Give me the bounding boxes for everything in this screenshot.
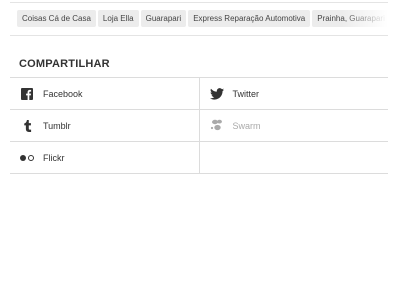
share-grid: Facebook Twitter Tumblr Swarm Flickr <box>10 77 388 174</box>
facebook-icon <box>20 87 34 101</box>
share-facebook-button[interactable]: Facebook <box>10 78 199 109</box>
share-empty-cell <box>198 142 389 173</box>
tumblr-icon <box>20 119 34 133</box>
flickr-icon <box>20 151 34 165</box>
section-divider <box>10 35 388 36</box>
share-flickr-button[interactable]: Flickr <box>10 142 199 173</box>
share-row: Tumblr Swarm <box>10 110 388 142</box>
tag-loja-ella[interactable]: Loja Ella <box>97 10 139 27</box>
swarm-label: Swarm <box>232 120 261 131</box>
twitter-label: Twitter <box>232 88 260 99</box>
swarm-bee-icon <box>210 119 224 133</box>
tag-express-reparacao-automotiva[interactable]: Express Reparação Automotiva <box>188 10 311 27</box>
tag-prainha-guarapari[interactable]: Prainha, Guarapari <box>312 10 388 27</box>
tag-coisas-ca-de-casa[interactable]: Coisas Cá de Casa <box>17 10 96 27</box>
share-row: Flickr <box>10 142 388 174</box>
share-swarm-button[interactable]: Swarm <box>198 110 389 141</box>
share-row: Facebook Twitter <box>10 78 388 110</box>
top-divider <box>10 2 388 3</box>
share-twitter-button[interactable]: Twitter <box>198 78 389 109</box>
share-section-title: COMPARTILHAR <box>19 58 110 70</box>
twitter-icon <box>209 87 224 101</box>
share-tumblr-button[interactable]: Tumblr <box>10 110 199 141</box>
tumblr-label: Tumblr <box>43 120 71 131</box>
tag-guarapari[interactable]: Guarapari <box>140 10 187 27</box>
facebook-label: Facebook <box>43 88 83 99</box>
tag-list: Coisas Cá de Casa Loja Ella Guarapari Expre… <box>17 10 388 27</box>
flickr-label: Flickr <box>43 152 65 163</box>
